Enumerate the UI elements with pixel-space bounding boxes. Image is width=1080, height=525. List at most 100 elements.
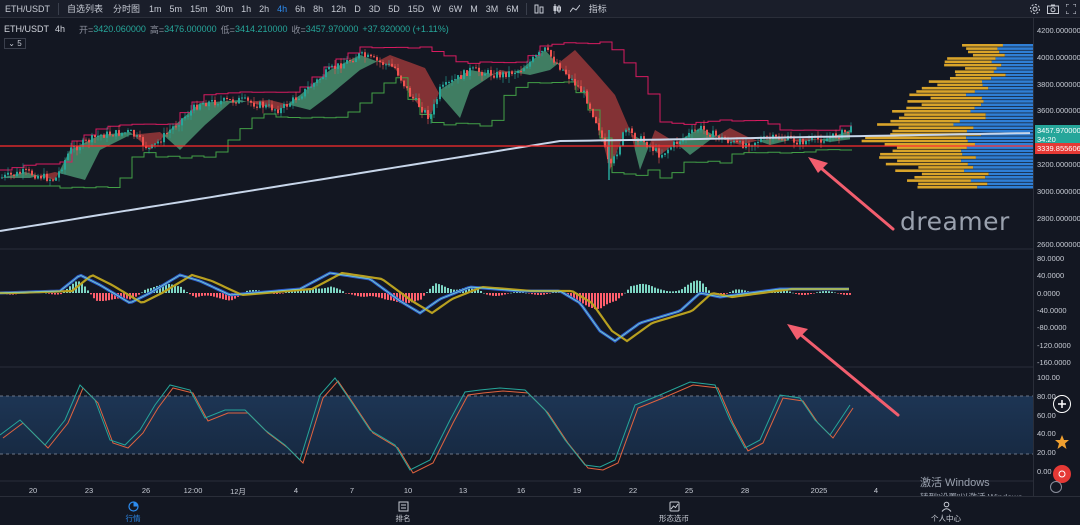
candle-body bbox=[661, 154, 663, 158]
candle-body bbox=[388, 63, 390, 65]
candle-body bbox=[49, 179, 51, 181]
timeframe-8h[interactable]: 8h bbox=[309, 0, 327, 18]
volume-profile-bar bbox=[966, 136, 1033, 139]
camera-icon[interactable] bbox=[1044, 0, 1062, 18]
timeframe-1m[interactable]: 1m bbox=[145, 0, 166, 18]
macd-histogram-bar bbox=[642, 283, 644, 293]
macd-histogram-bar bbox=[627, 289, 629, 293]
candle-body bbox=[568, 74, 570, 79]
candle-body bbox=[301, 96, 303, 99]
volume-profile-bar bbox=[970, 110, 1033, 113]
volume-profile-bar bbox=[917, 185, 978, 189]
timeframe-6m[interactable]: 6M bbox=[502, 0, 523, 18]
candle-body bbox=[805, 140, 807, 145]
macd-histogram-bar bbox=[315, 288, 317, 293]
macd-histogram-bar bbox=[825, 291, 827, 293]
candle-body bbox=[97, 135, 99, 138]
timeframe-5m[interactable]: 5m bbox=[166, 0, 187, 18]
timeframe-1h[interactable]: 1h bbox=[237, 0, 255, 18]
star-icon[interactable] bbox=[1053, 433, 1071, 451]
macd-histogram-bar bbox=[846, 293, 848, 295]
macd-histogram-bar bbox=[666, 290, 668, 293]
candle-body bbox=[760, 138, 762, 142]
candle-body bbox=[679, 141, 681, 144]
timeframe-w[interactable]: W bbox=[428, 0, 445, 18]
macd-histogram-bar bbox=[210, 293, 212, 296]
candle-body bbox=[181, 118, 183, 126]
indicator-toggle[interactable]: ⌄ 5 bbox=[4, 38, 26, 49]
candle-body bbox=[550, 50, 552, 57]
candle-body bbox=[391, 63, 393, 67]
candle-body bbox=[613, 156, 615, 164]
candle-body bbox=[76, 146, 78, 151]
macd-histogram-bar bbox=[816, 292, 818, 293]
nav-pattern-picker[interactable]: 形态选币 bbox=[634, 499, 714, 524]
candle-body bbox=[247, 97, 249, 101]
timeframe-2h[interactable]: 2h bbox=[255, 0, 273, 18]
price-tick-label: 3200.000000 bbox=[1037, 160, 1080, 169]
timeshare-button[interactable]: 分时图 bbox=[108, 0, 145, 18]
add-icon[interactable] bbox=[1053, 395, 1071, 413]
pattern-icon bbox=[634, 499, 714, 513]
candle-body bbox=[454, 79, 456, 81]
nav-market[interactable]: 行情 bbox=[93, 499, 173, 524]
candle-body bbox=[43, 173, 45, 179]
candle-body bbox=[850, 126, 852, 133]
timeframe-m[interactable]: M bbox=[466, 0, 482, 18]
fullscreen-icon[interactable] bbox=[1062, 0, 1080, 18]
macd-histogram-bar bbox=[807, 293, 809, 295]
timeframe-6h[interactable]: 6h bbox=[291, 0, 309, 18]
candle-style-icon[interactable] bbox=[548, 0, 566, 18]
ichimoku-cloud-segment bbox=[225, 100, 230, 108]
volume-profile-bar bbox=[981, 103, 1033, 106]
timeframe-d[interactable]: D bbox=[350, 0, 365, 18]
macd-histogram-bar bbox=[198, 293, 200, 297]
annotation-arrow bbox=[808, 157, 895, 231]
macd-histogram-bar bbox=[180, 286, 182, 293]
timeframe-3d[interactable]: 3D bbox=[365, 0, 385, 18]
candle-body bbox=[4, 174, 6, 178]
macd-histogram-bar bbox=[726, 293, 728, 294]
volume-profile-bar bbox=[961, 159, 1033, 163]
macd-histogram-bar bbox=[648, 285, 650, 293]
nav-profile[interactable]: 个人中心 bbox=[906, 499, 986, 524]
nav-label: 形态选币 bbox=[659, 514, 689, 523]
watchlist-button[interactable]: 自选列表 bbox=[62, 0, 108, 18]
candle-body bbox=[463, 70, 465, 79]
symbol-selector[interactable]: ETH/USDT bbox=[0, 0, 55, 18]
timeframe-15d[interactable]: 15D bbox=[404, 0, 429, 18]
macd-histogram-bar bbox=[135, 293, 137, 297]
macd-histogram-bar bbox=[690, 282, 692, 293]
macd-tick-label: 80.0000 bbox=[1037, 254, 1065, 263]
compare-icon[interactable] bbox=[530, 0, 548, 18]
timeframe-12h[interactable]: 12h bbox=[327, 0, 350, 18]
volume-profile-bar bbox=[985, 116, 1033, 120]
macd-histogram-bar bbox=[513, 292, 515, 293]
nav-ranking[interactable]: 排名 bbox=[363, 499, 443, 524]
indicator-icon[interactable] bbox=[566, 0, 584, 18]
candle-body bbox=[232, 99, 234, 103]
volume-profile-bar bbox=[965, 67, 997, 70]
timeframe-3m[interactable]: 3M bbox=[482, 0, 503, 18]
candle-body bbox=[340, 63, 342, 69]
timeframe-5d[interactable]: 5D bbox=[384, 0, 404, 18]
macd-histogram-bar bbox=[672, 291, 674, 293]
timeframe-6w[interactable]: 6W bbox=[445, 0, 467, 18]
nav-label: 行情 bbox=[125, 514, 141, 523]
macd-histogram-bar bbox=[318, 288, 320, 293]
timeframe-15m[interactable]: 15m bbox=[186, 0, 212, 18]
candle-body bbox=[124, 132, 126, 134]
volume-profile-bar bbox=[953, 123, 1033, 126]
price-chart[interactable] bbox=[0, 18, 1080, 496]
timeframe-4h[interactable]: 4h bbox=[273, 0, 291, 18]
settings-icon[interactable] bbox=[1050, 481, 1062, 493]
timeframe-30m[interactable]: 30m bbox=[212, 0, 238, 18]
candle-body bbox=[406, 86, 408, 88]
low-label: 低= bbox=[220, 24, 235, 35]
price-tick-label: 4000.000000 bbox=[1037, 52, 1080, 62]
indicators-button[interactable]: 指标 bbox=[584, 0, 612, 18]
candle-body bbox=[244, 97, 246, 99]
candle-body bbox=[91, 135, 93, 143]
candle-body bbox=[16, 171, 18, 176]
settings-icon[interactable] bbox=[1026, 0, 1044, 18]
